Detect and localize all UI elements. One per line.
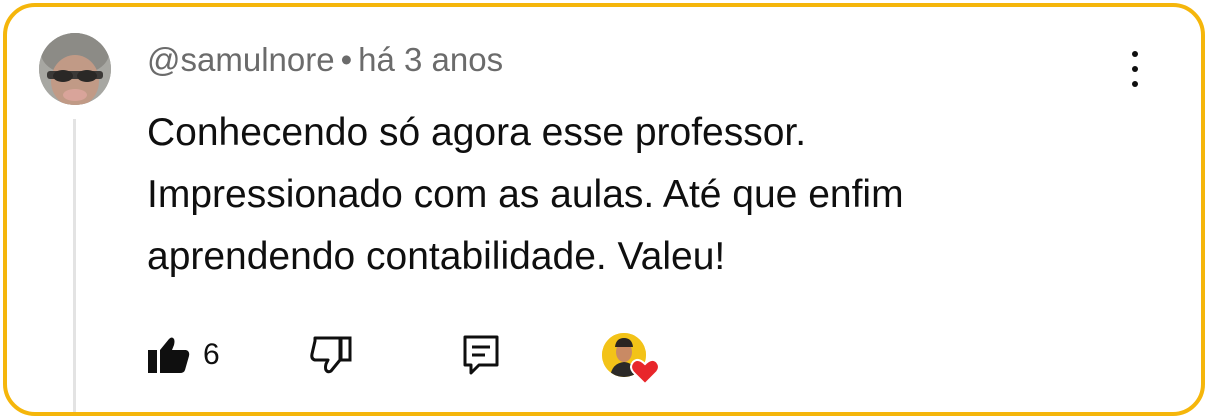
comment-line: Impressionado com as aulas. Até que enfi… [147,173,904,216]
comment-card: @samulnore • há 3 anos Conhecendo só agora… [3,3,1205,416]
thumbs-up-filled-icon [148,337,190,373]
comment-timestamp[interactable]: há 3 anos [358,41,503,78]
comment-header: @samulnore • há 3 anos [147,41,503,79]
comment-reply-icon [463,335,499,375]
comment-actions: 6 [147,327,707,385]
more-options-dot [1132,81,1138,87]
comment-text: Conhecendo só agora esse professor. Impr… [147,102,1107,288]
heart-icon [630,358,660,385]
user-avatar[interactable] [39,33,111,105]
more-options-dot [1132,51,1138,57]
header-separator: • [340,41,353,78]
more-options-dot [1132,66,1138,72]
user-avatar-image [39,33,111,105]
author-handle[interactable]: @samulnore [147,41,335,78]
like-count: 6 [203,338,220,371]
creator-avatar [602,333,660,385]
like-button[interactable]: 6 [147,327,220,383]
more-options-button[interactable] [1122,45,1148,93]
thumbs-down-outline-icon [310,336,352,374]
comment-line: Conhecendo só agora esse professor. [147,111,807,154]
thread-line [73,119,76,412]
reply-button[interactable] [461,327,501,383]
dislike-button[interactable] [309,327,353,383]
creator-heart-badge [602,327,660,385]
comment-line: aprendendo contabilidade. Valeu! [147,235,726,278]
